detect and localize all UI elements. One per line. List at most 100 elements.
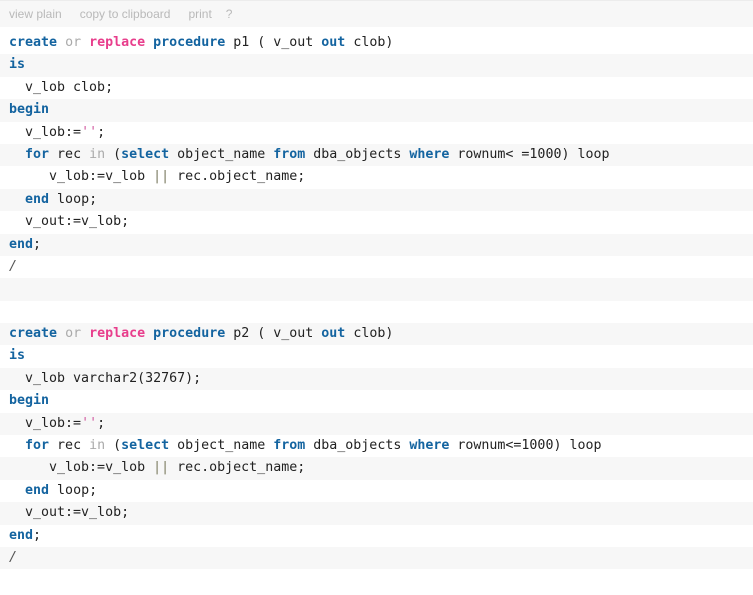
code-line: v_lob varchar2(32767); — [0, 367, 753, 391]
code-line: v_lob:=''; — [0, 412, 753, 436]
code-line: create or replace procedure p1 ( v_out o… — [0, 32, 753, 54]
code-line: / — [0, 256, 753, 278]
code-token-kw: for — [25, 146, 50, 162]
help-link[interactable]: ? — [226, 7, 233, 21]
print-link[interactable]: print — [188, 7, 211, 21]
code-token-kw: select — [121, 438, 170, 454]
code-token-kw: procedure — [153, 35, 226, 50]
code-token-pl: v_lob:= — [9, 415, 82, 431]
view-plain-link[interactable]: view plain — [9, 7, 62, 21]
code-token-pl: ; — [33, 236, 42, 252]
code-token-kw2: in — [89, 438, 106, 454]
code-line: end; — [0, 525, 753, 547]
code-token-kw: end — [9, 527, 34, 543]
code-line: v_lob clob; — [0, 77, 753, 99]
code-token-pl: p2 ( v_out — [225, 326, 322, 342]
code-line: is — [0, 54, 753, 77]
code-token-pl: rec — [49, 146, 90, 162]
code-token-pl: v_lob varchar2(32767); — [9, 370, 202, 386]
code-token-kw: end — [9, 236, 34, 252]
code-token-pl: rec — [49, 438, 90, 454]
copy-to-clipboard-link[interactable]: copy to clipboard — [80, 7, 171, 21]
code-line: for rec in (select object_name from dba_… — [0, 435, 753, 457]
code-line: v_out:=v_lob; — [0, 502, 753, 525]
code-token-kw3: replace — [89, 35, 146, 50]
code-token-pl: rec.object_name; — [169, 460, 306, 476]
code-token-pl: v_lob clob; — [9, 79, 114, 95]
code-token-pl: loop; — [49, 482, 98, 498]
code-token-pl: ; — [33, 527, 42, 543]
code-token-kw: where — [409, 438, 450, 454]
code-line: v_lob:=v_lob || rec.object_name; — [0, 457, 753, 480]
code-token-pl: v_lob:=v_lob — [9, 460, 154, 476]
code-token-pl: rec.object_name; — [169, 169, 306, 185]
code-token-pl: rownum<=1000) loop — [449, 438, 602, 454]
code-line: is — [0, 345, 753, 367]
code-token-kw: out — [321, 35, 346, 50]
code-line: v_lob:=v_lob || rec.object_name; — [0, 166, 753, 188]
code-token-kw: begin — [9, 393, 50, 409]
code-token-kw: for — [25, 438, 50, 454]
code-token-op: || — [153, 460, 170, 476]
code-token-kw: create — [9, 35, 58, 50]
code-line: create or replace procedure p2 ( v_out o… — [0, 323, 753, 346]
code-line: end loop; — [0, 480, 753, 502]
code-token-kw2: in — [89, 146, 106, 162]
code-token-kw3: replace — [89, 326, 146, 342]
code-token-kw: from — [273, 146, 306, 162]
code-token-sl: / — [9, 549, 18, 565]
code-token-kw: begin — [9, 102, 50, 118]
code-line: v_out:=v_lob; — [0, 211, 753, 233]
code-token-pl: object_name — [169, 146, 274, 162]
code-line: end loop; — [0, 188, 753, 212]
code-line: v_lob:=''; — [0, 122, 753, 144]
code-line — [0, 278, 753, 301]
code-token-op: || — [153, 169, 170, 185]
code-line: begin — [0, 99, 753, 122]
code-token-kw: select — [121, 146, 170, 162]
code-token-sl: / — [9, 258, 18, 274]
code-token-pl: p1 ( v_out — [225, 35, 322, 50]
code-token-pl: ( — [105, 146, 122, 162]
code-token-kw: where — [409, 146, 450, 162]
code-token-pl: v_lob:= — [9, 124, 82, 140]
code-token-kw: procedure — [153, 326, 226, 342]
code-token-pl: rownum< =1000) loop — [449, 146, 610, 162]
code-token-kw: create — [9, 326, 58, 342]
code-token-kw2: or — [65, 35, 82, 50]
code-token-pl: clob) — [345, 326, 394, 342]
code-token-pl: clob) — [345, 35, 394, 50]
code-line: begin — [0, 390, 753, 412]
code-token-kw: end — [25, 482, 50, 498]
code-token-pl: dba_objects — [305, 146, 410, 162]
code-token-str: '' — [81, 124, 98, 140]
code-token-kw2: or — [65, 326, 82, 342]
code-line: end; — [0, 233, 753, 256]
code-token-kw: from — [273, 438, 306, 454]
code-line: / — [0, 546, 753, 570]
code-token-pl: v_out:=v_lob; — [9, 214, 130, 230]
code-token-pl: ; — [97, 124, 106, 140]
code-token-pl: loop; — [49, 191, 98, 207]
code-toolbar: view plain copy to clipboard print ? — [0, 0, 753, 28]
code-token-pl: ( — [105, 438, 122, 454]
code-token-kw: is — [9, 348, 26, 364]
code-token-pl: ; — [97, 415, 106, 431]
code-token-pl: dba_objects — [305, 438, 410, 454]
code-token-str: '' — [81, 415, 98, 431]
code-token-pl: v_lob:=v_lob — [9, 169, 154, 185]
code-line: for rec in (select object_name from dba_… — [0, 143, 753, 167]
code-token-kw: is — [9, 57, 26, 73]
code-block: create or replace procedure p1 ( v_out o… — [0, 28, 753, 570]
code-token-kw: end — [25, 191, 50, 207]
